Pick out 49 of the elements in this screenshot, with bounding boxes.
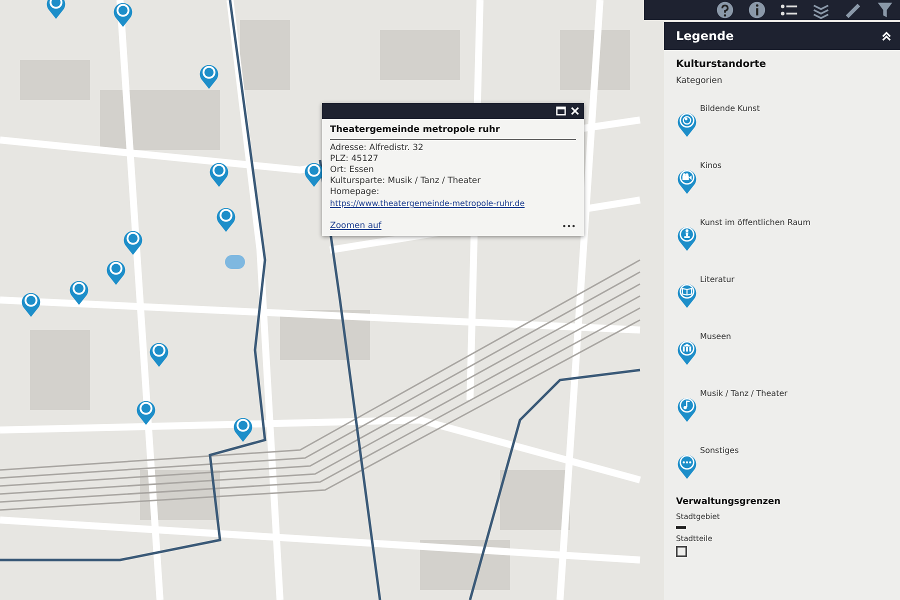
filter-icon[interactable] <box>876 1 894 19</box>
category-pin-icon <box>676 224 698 252</box>
map-pin-icon[interactable] <box>148 340 170 368</box>
map-pin-icon[interactable] <box>68 278 90 306</box>
collapse-icon[interactable] <box>881 30 892 42</box>
category-pin-icon <box>676 167 698 195</box>
map-pin-icon[interactable] <box>135 398 157 426</box>
map-pin-icon[interactable] <box>20 290 42 318</box>
popup-field: Ort: Essen <box>330 165 576 176</box>
category-label: Musik / Tanz / Theater <box>700 389 788 398</box>
category-pin-icon <box>676 395 698 423</box>
category-label: Museen <box>700 332 732 341</box>
category-pin-icon <box>676 110 698 138</box>
maximize-icon[interactable] <box>556 106 566 116</box>
map-pin-icon[interactable] <box>303 160 325 188</box>
category-pin-icon <box>676 338 698 366</box>
map-pin-icon[interactable] <box>122 228 144 256</box>
category-label: Bildende Kunst <box>700 104 760 113</box>
popup-field: Adresse: Alfredistr. 32 <box>330 143 576 154</box>
map-pin-icon[interactable] <box>45 0 67 20</box>
legend-title: Legende <box>676 29 734 43</box>
map-pin-icon[interactable] <box>112 0 134 28</box>
info-icon[interactable] <box>748 1 766 19</box>
map-pin-icon[interactable] <box>232 415 254 443</box>
popup-field: PLZ: 45127 <box>330 154 576 165</box>
homepage-link[interactable]: https://www.theatergemeinde-metropole-ruhr.de <box>330 198 525 209</box>
legend-subtitle: Kategorien <box>676 76 724 86</box>
category-label: Kunst im öffentlichen Raum <box>700 218 811 227</box>
popup-field: Kultursparte: Musik / Tanz / Theater <box>330 176 576 187</box>
section-title: Verwaltungsgrenzen <box>676 497 782 507</box>
map-pin-icon[interactable] <box>105 258 127 286</box>
category-pin-icon <box>676 452 698 480</box>
outline-swatch-icon <box>676 546 687 557</box>
category-label: Kinos <box>700 161 722 170</box>
line-swatch-icon <box>676 526 686 529</box>
close-icon[interactable] <box>570 106 580 116</box>
map-pin-icon[interactable] <box>215 205 237 233</box>
category-pin-icon <box>676 281 698 309</box>
category-label: Literatur <box>700 275 734 284</box>
popup-title: Theatergemeinde metropole ruhr <box>330 125 501 135</box>
map-pin-icon[interactable] <box>208 160 230 188</box>
ruler-icon[interactable] <box>844 1 862 19</box>
more-menu[interactable]: ••• <box>562 222 576 230</box>
zoom-link[interactable]: Zoomen auf <box>330 221 382 231</box>
map-pin-icon[interactable] <box>198 62 220 90</box>
category-label: Sonstiges <box>700 446 739 455</box>
layer-title: Kulturstandorte <box>676 59 768 70</box>
homepage-label: Homepage: <box>330 187 380 198</box>
help-icon[interactable] <box>716 1 734 19</box>
